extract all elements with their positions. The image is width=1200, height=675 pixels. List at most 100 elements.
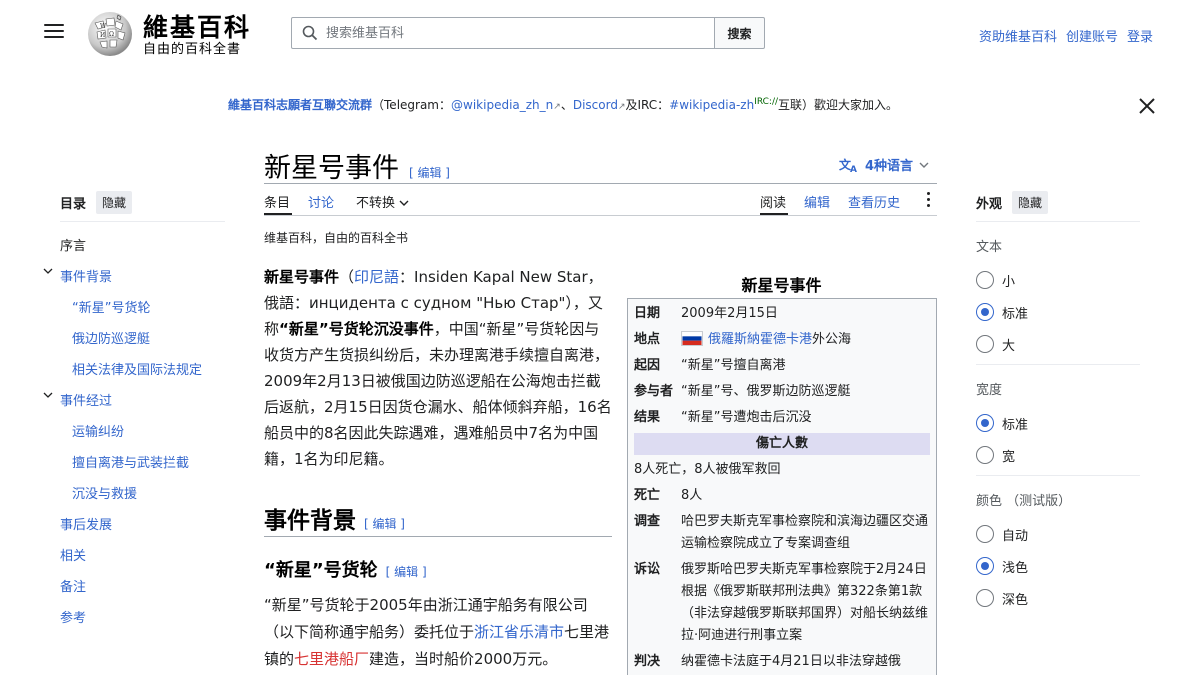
translate-icon: 文A xyxy=(839,157,857,173)
create-account-link[interactable]: 创建账号 xyxy=(1066,26,1118,45)
toc-title: 目录 xyxy=(60,196,87,212)
infobox-value: 俄罗斯哈巴罗夫斯克军事检察院于2月24日根据《俄罗斯联邦刑法典》第322条第1款… xyxy=(681,562,929,643)
title-edit-link[interactable]: [ 编辑 ] xyxy=(409,166,450,180)
radio-label: 小 xyxy=(1002,274,1016,290)
color-label: 颜色 （测试版） xyxy=(976,494,1072,509)
toc-item-course[interactable]: 事件经过 xyxy=(43,390,225,421)
site-notice: 維基百科志願者互聯交流群（Telegram：@wikipedia_zh_n↗、D… xyxy=(228,96,898,113)
infobox-casualties-summary: 8人死亡，8人被俄军救回 xyxy=(634,462,781,477)
more-actions-icon[interactable] xyxy=(924,190,932,210)
infobox-row-investigation: 调查 哈巴罗夫斯克军事检察院和滨海边疆区交通运输检察院成立了专案调查组 xyxy=(634,511,930,555)
svg-text:A: A xyxy=(850,165,857,173)
toc-item-background[interactable]: 事件背景 xyxy=(43,266,225,297)
appearance-group-divider xyxy=(976,364,1140,365)
toc-item-dispute[interactable]: 运输纠纷 xyxy=(60,421,225,452)
toc-hide-button[interactable]: 隐藏 xyxy=(96,190,133,214)
notice-text: （Telegram： xyxy=(372,98,452,112)
search-input[interactable] xyxy=(326,25,686,41)
infobox-key: 诉讼 xyxy=(634,562,661,577)
search-icon xyxy=(302,25,318,41)
login-link[interactable]: 登录 xyxy=(1127,26,1153,45)
toc-item-sinking[interactable]: 沉没与救援 xyxy=(60,483,225,514)
radio-circle[interactable] xyxy=(976,525,994,543)
discord-link[interactable]: Discord xyxy=(573,98,618,112)
notice-separator: 、 xyxy=(560,98,573,112)
nakhodka-link[interactable]: 俄羅斯納霍德卡港 xyxy=(708,332,812,347)
infobox-key: 地点 xyxy=(634,332,661,347)
radio-label: 宽 xyxy=(1002,449,1016,465)
infobox-row-place: 地点 俄羅斯納霍德卡港外公海 xyxy=(634,329,930,351)
width-wide-radio[interactable]: 宽 xyxy=(976,439,1140,471)
infobox-value: 8人 xyxy=(681,488,703,503)
color-auto-radio[interactable]: 自动 xyxy=(976,518,1140,550)
section-edit-link[interactable]: [ 编辑 ] xyxy=(364,517,405,531)
color-dark-radio[interactable]: 深色 xyxy=(976,582,1140,614)
appearance-divider xyxy=(976,221,1140,222)
toc-divider xyxy=(60,221,225,222)
section-heading-background: 事件背景 [ 编辑 ] xyxy=(264,501,405,535)
notice-title-link[interactable]: 維基百科志願者互聯交流群 xyxy=(228,98,372,112)
toc-item-law[interactable]: 相关法律及国际法规定 xyxy=(60,359,225,390)
tabs-divider xyxy=(264,215,937,216)
toc-item-departure[interactable]: 擅自离港与武装拦截 xyxy=(60,452,225,483)
infobox-key: 参与者 xyxy=(634,384,674,399)
yueqing-city-link[interactable]: 浙江省乐清市 xyxy=(474,623,564,641)
search-box[interactable] xyxy=(291,17,715,49)
text-size-large-radio[interactable]: 大 xyxy=(976,328,1140,360)
tab-talk[interactable]: 讨论 xyxy=(308,192,334,211)
radio-circle[interactable] xyxy=(976,414,994,432)
radio-circle[interactable] xyxy=(976,446,994,464)
qiligang-shipyard-redlink[interactable]: 七里港船厂 xyxy=(294,650,369,668)
close-icon[interactable] xyxy=(1138,97,1156,115)
toc-item-label: 事件背景 xyxy=(60,270,113,285)
variant-label: 不转换 xyxy=(356,196,396,211)
wikipedia-globe-logo[interactable]: W Ω И xyxy=(85,9,135,59)
color-light-radio[interactable]: 浅色 xyxy=(976,550,1140,582)
section-heading-text: 事件背景 xyxy=(264,507,356,534)
toc-item-notes[interactable]: 备注 xyxy=(60,576,225,607)
tab-read[interactable]: 阅读 xyxy=(760,192,786,211)
radio-circle[interactable] xyxy=(976,303,994,321)
radio-circle[interactable] xyxy=(976,557,994,575)
toc-item-label: 事件经过 xyxy=(60,394,113,409)
text-size-small-radio[interactable]: 小 xyxy=(976,264,1140,296)
subsection-edit-link[interactable]: [ 编辑 ] xyxy=(386,565,427,579)
toc-item-related[interactable]: 相关 xyxy=(60,545,225,576)
section-divider xyxy=(264,536,612,537)
search-button[interactable]: 搜索 xyxy=(714,17,765,49)
site-subtitle: 维基百科，自由的百科全书 xyxy=(264,231,409,245)
infobox-value: 纳霍德卡法庭于4月21日以非法穿越俄 xyxy=(681,654,901,669)
toc-item-references[interactable]: 参考 xyxy=(60,607,225,638)
subsection-heading-ship: “新星”号货轮 [ 编辑 ] xyxy=(264,556,427,582)
toc-item-patrol-boat[interactable]: 俄边防巡逻艇 xyxy=(60,328,225,359)
tab-edit[interactable]: 编辑 xyxy=(804,192,830,211)
tab-article[interactable]: 条目 xyxy=(264,192,290,211)
width-standard-radio[interactable]: 标准 xyxy=(976,407,1140,439)
language-count: 4种语言 xyxy=(865,159,914,174)
main-menu-icon[interactable] xyxy=(44,24,64,42)
radio-circle[interactable] xyxy=(976,335,994,353)
infobox-value: 俄羅斯納霍德卡港外公海 xyxy=(681,329,930,351)
toc-item-intro[interactable]: 序言 xyxy=(60,235,225,266)
tab-variant[interactable]: 不转换 xyxy=(356,192,409,211)
radio-circle[interactable] xyxy=(976,589,994,607)
infobox-key: 结果 xyxy=(634,410,661,425)
svg-text:Ω: Ω xyxy=(109,31,114,38)
language-button[interactable]: 文A 4种语言 xyxy=(839,155,929,174)
tab-history[interactable]: 查看历史 xyxy=(848,192,900,211)
toc-item-aftermath[interactable]: 事后发展 xyxy=(60,514,225,545)
chevron-down-icon[interactable] xyxy=(43,390,53,400)
indonesian-language-link[interactable]: 印尼語 xyxy=(354,268,399,286)
telegram-link[interactable]: @wikipedia_zh_n xyxy=(451,98,553,112)
toc-item-ship[interactable]: “新星”号货轮 xyxy=(60,297,225,328)
donate-link[interactable]: 资助维基百科 xyxy=(979,26,1057,45)
infobox-row-verdict: 判决 纳霍德卡法庭于4月21日以非法穿越俄 xyxy=(634,651,930,673)
appearance-group-divider xyxy=(976,475,1140,476)
text-size-standard-radio[interactable]: 标准 xyxy=(976,296,1140,328)
appearance-hide-button[interactable]: 隐藏 xyxy=(1012,190,1049,214)
radio-circle[interactable] xyxy=(976,271,994,289)
irc-channel-link[interactable]: #wikipedia-zh xyxy=(669,98,754,112)
site-tagline: 自由的百科全書 xyxy=(143,42,242,57)
chevron-down-icon[interactable] xyxy=(43,266,53,276)
lead-text: （ xyxy=(339,268,355,286)
